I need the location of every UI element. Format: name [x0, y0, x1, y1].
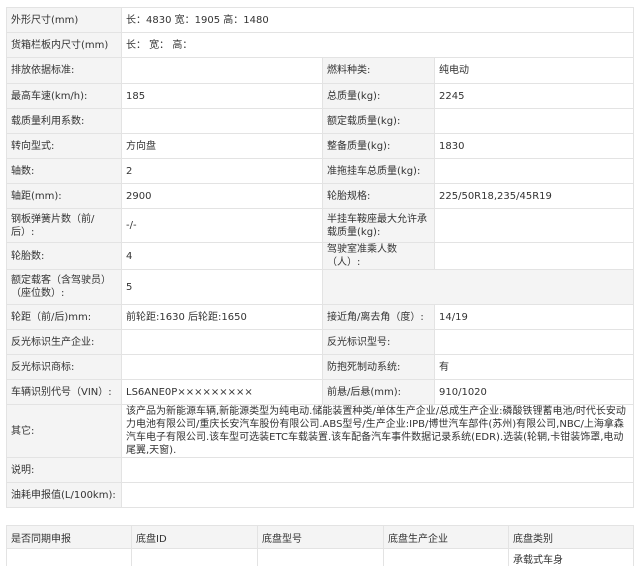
row-outer-dims: 外形尺寸(mm) 长：4830 宽：1905 高：1480: [6, 7, 635, 33]
reflector-maker-value: [121, 329, 323, 355]
row-passengers: 额定载客（含驾驶员）（座位数）: 5: [6, 269, 635, 305]
fuel-value: 纯电动: [433, 57, 635, 84]
other-label: 其它:: [6, 404, 122, 458]
rated-load-label: 额定载质量(kg):: [322, 108, 435, 134]
table-row: 承载式车身: [6, 548, 634, 566]
row-vin-overhang: 车辆识别代号（VIN）: LS6ANE0P××××××××× 前悬/后悬(mm)…: [6, 379, 635, 405]
outer-dims-value: 长：4830 宽：1905 高：1480: [120, 7, 635, 33]
chassis-cell-category: 承载式车身: [508, 548, 634, 566]
trailer-mass-value: [433, 158, 635, 184]
max-speed-label: 最高车速(km/h):: [6, 83, 122, 109]
note-value: [120, 457, 635, 483]
chassis-header-id: 底盘ID: [131, 525, 258, 549]
load-coef-value: [121, 108, 323, 134]
rated-passengers-value: 5: [121, 269, 323, 305]
reflector-brand-value: [121, 354, 323, 380]
row-brand-abs: 反光标识商标: 防抱死制动系统: 有: [6, 354, 635, 380]
spec-table: 外形尺寸(mm) 长：4830 宽：1905 高：1480 货箱栏板内尺寸(mm…: [6, 7, 635, 508]
other-value: 该产品为新能源车辆,新能源类型为纯电动.储能装置种类/单体生产企业/总成生产企业…: [120, 404, 635, 458]
track-value: 前轮距:1630 后轮距:1650: [121, 304, 323, 330]
approach-angle-value: 14/19: [433, 304, 635, 330]
overhang-value: 910/1020: [433, 379, 635, 405]
abs-label: 防抱死制动系统:: [322, 354, 435, 380]
row-cargo-dims: 货箱栏板内尺寸(mm) 长： 宽： 高：: [6, 32, 635, 58]
leaf-spring-value: -/-: [121, 208, 323, 243]
steering-label: 转向型式:: [6, 133, 122, 159]
row-wheelbase-tire: 轴距(mm): 2900 轮胎规格: 225/50R18,235/45R19: [6, 183, 635, 209]
row-reflector: 反光标识生产企业: 反光标识型号:: [6, 329, 635, 355]
row-tires-cab: 轮胎数: 4 驾驶室准乘人数（人）:: [6, 242, 635, 270]
wheelbase-value: 2900: [121, 183, 323, 209]
chassis-header-row: 是否同期申报 底盘ID 底盘型号 底盘生产企业 底盘类别: [6, 525, 634, 549]
row-spring-semi: 钢板弹簧片数（前/后）: -/- 半挂车鞍座最大允许承载质量(kg):: [6, 208, 635, 243]
abs-value: 有: [433, 354, 635, 380]
chassis-header-sync: 是否同期申报: [6, 525, 132, 549]
leaf-spring-label: 钢板弹簧片数（前/后）:: [6, 208, 122, 243]
emission-value: [121, 57, 323, 84]
fuel-consumption-value: [120, 482, 635, 508]
steering-value: 方向盘: [121, 133, 323, 159]
axles-label: 轴数:: [6, 158, 122, 184]
track-label: 轮距（前/后)mm:: [6, 304, 122, 330]
fuel-consumption-label: 油耗申报值(L/100km):: [6, 482, 122, 508]
chassis-header-model: 底盘型号: [257, 525, 384, 549]
reflector-model-value: [433, 329, 635, 355]
chassis-cell-maker: [383, 548, 509, 566]
tire-count-label: 轮胎数:: [6, 242, 122, 270]
trailer-mass-label: 准拖挂车总质量(kg):: [322, 158, 435, 184]
tire-spec-label: 轮胎规格:: [322, 183, 435, 209]
semi-trailer-value: [433, 208, 635, 243]
row-speed-mass: 最高车速(km/h): 185 总质量(kg): 2245: [6, 83, 635, 109]
rated-passengers-label: 额定载客（含驾驶员）（座位数）:: [6, 269, 122, 305]
cab-passengers-value: [433, 242, 635, 270]
outer-dims-label: 外形尺寸(mm): [6, 7, 122, 33]
chassis-table: 是否同期申报 底盘ID 底盘型号 底盘生产企业 底盘类别 承载式车身: [6, 525, 634, 566]
load-coef-label: 载质量利用系数:: [6, 108, 122, 134]
curb-mass-value: 1830: [433, 133, 635, 159]
chassis-cell-id: [131, 548, 258, 566]
tire-count-value: 4: [121, 242, 323, 270]
row-emission-fuel: 排放依据标准: 燃料种类: 纯电动: [6, 57, 635, 84]
total-mass-label: 总质量(kg):: [322, 83, 435, 109]
row-steering-curb: 转向型式: 方向盘 整备质量(kg): 1830: [6, 133, 635, 159]
reflector-model-label: 反光标识型号:: [322, 329, 435, 355]
semi-trailer-label: 半挂车鞍座最大允许承载质量(kg):: [322, 208, 435, 243]
curb-mass-label: 整备质量(kg):: [322, 133, 435, 159]
reflector-maker-label: 反光标识生产企业:: [6, 329, 122, 355]
cab-passengers-label: 驾驶室准乘人数（人）:: [322, 242, 435, 270]
chassis-cell-model: [257, 548, 384, 566]
row-other: 其它: 该产品为新能源车辆,新能源类型为纯电动.储能装置种类/单体生产企业/总成…: [6, 404, 635, 458]
row-load: 载质量利用系数: 额定载质量(kg):: [6, 108, 635, 134]
vin-label: 车辆识别代号（VIN）:: [6, 379, 122, 405]
approach-angle-label: 接近角/离去角（度）:: [322, 304, 435, 330]
row-track-angle: 轮距（前/后)mm: 前轮距:1630 后轮距:1650 接近角/离去角（度）:…: [6, 304, 635, 330]
total-mass-value: 2245: [433, 83, 635, 109]
note-label: 说明:: [6, 457, 122, 483]
wheelbase-label: 轴距(mm):: [6, 183, 122, 209]
vin-value: LS6ANE0P×××××××××: [121, 379, 323, 405]
cargo-dims-value: 长： 宽： 高：: [120, 32, 635, 58]
emission-label: 排放依据标准:: [6, 57, 122, 84]
fuel-label: 燃料种类:: [322, 57, 435, 84]
overhang-label: 前悬/后悬(mm):: [322, 379, 435, 405]
rated-load-value: [433, 108, 635, 134]
row-note: 说明:: [6, 457, 635, 483]
cargo-dims-label: 货箱栏板内尺寸(mm): [6, 32, 122, 58]
max-speed-value: 185: [121, 83, 323, 109]
reflector-brand-label: 反光标识商标:: [6, 354, 122, 380]
tire-spec-value: 225/50R18,235/45R19: [433, 183, 635, 209]
chassis-cell-sync: [6, 548, 132, 566]
chassis-header-category: 底盘类别: [508, 525, 634, 549]
row-axles-trailer: 轴数: 2 准拖挂车总质量(kg):: [6, 158, 635, 184]
row-fuel-consumption: 油耗申报值(L/100km):: [6, 482, 635, 508]
empty-cell: [321, 269, 635, 305]
chassis-header-maker: 底盘生产企业: [383, 525, 509, 549]
axles-value: 2: [121, 158, 323, 184]
